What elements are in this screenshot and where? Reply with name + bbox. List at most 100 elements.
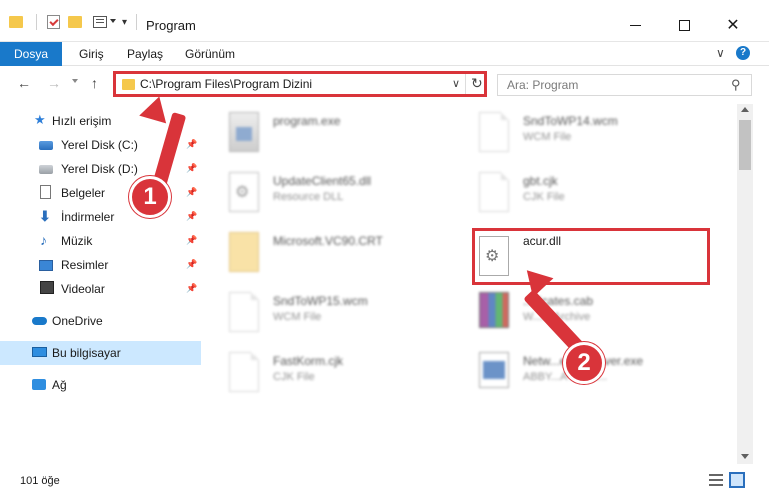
sidebar-item-label: Müzik (61, 234, 93, 248)
scroll-down-icon[interactable] (741, 454, 749, 459)
file-item-vc90-crt[interactable]: Microsoft.VC90.CRT (201, 228, 451, 284)
file-item-gbt-cjk[interactable]: gbt.cjk CJK File (451, 168, 701, 224)
file-name: UpdateClient65.dll (273, 174, 372, 188)
address-bar[interactable]: C:\Program Files\Program Dizini ∨ ↻ (113, 71, 487, 97)
maximize-icon (678, 19, 690, 31)
toolbar-separator (36, 14, 37, 30)
search-placeholder: Ara: Program (507, 78, 579, 92)
file-name: Microsoft.VC90.CRT (273, 234, 383, 248)
file-name: SndToWP14.wcm (523, 114, 618, 128)
sidebar-item-label: OneDrive (52, 314, 103, 328)
large-icons-view-icon[interactable] (729, 472, 745, 488)
expand-ribbon-icon[interactable]: ∨ (716, 46, 725, 60)
pin-icon[interactable]: 📌 (186, 163, 197, 174)
dll-icon: ⚙ (229, 172, 259, 212)
folder-icon (229, 232, 259, 272)
maximize-button[interactable] (661, 10, 707, 40)
file-item-sndtowp15[interactable]: SndToWP15.wcm WCM File (201, 288, 451, 344)
details-view-icon[interactable] (709, 474, 723, 486)
pin-icon[interactable]: 📌 (186, 283, 197, 294)
address-separator (465, 74, 466, 94)
file-type: CJK File (273, 371, 315, 383)
toolbar-separator (136, 14, 137, 30)
file-name: program.exe (273, 114, 341, 128)
exe-icon (229, 112, 259, 152)
file-type: CJK File (523, 191, 565, 203)
tab-share[interactable]: Paylaş (127, 42, 163, 66)
scroll-up-icon[interactable] (741, 107, 749, 112)
help-icon[interactable]: ? (736, 46, 750, 60)
sidebar-item-documents[interactable]: Belgeler 📌 (0, 181, 201, 205)
sidebar-item-pictures[interactable]: Resimler 📌 (0, 253, 201, 277)
file-item-sndtowp14[interactable]: SndToWP14.wcm WCM File (451, 108, 701, 164)
pin-icon[interactable]: 📌 (186, 139, 197, 150)
highlight-box (472, 228, 710, 285)
sidebar-item-label: Belgeler (61, 186, 106, 200)
address-dropdown-icon[interactable]: ∨ (452, 77, 460, 90)
refresh-icon[interactable]: ↻ (471, 75, 483, 92)
music-icon: ♪ (40, 232, 47, 248)
sidebar-item-videos[interactable]: Videolar 📌 (0, 277, 201, 301)
document-icon (479, 172, 509, 212)
file-item-updateclient65[interactable]: ⚙ UpdateClient65.dll Resource DLL (201, 168, 451, 224)
folder-icon (122, 79, 135, 90)
document-icon (229, 352, 259, 392)
step-badge: 1 (129, 176, 171, 218)
file-item-program-exe[interactable]: program.exe (201, 108, 451, 164)
pictures-icon (39, 260, 53, 271)
new-folder-icon[interactable] (68, 16, 82, 28)
properties-icon[interactable] (47, 15, 60, 29)
search-icon[interactable]: ⚲ (731, 77, 741, 93)
file-item-fastkorm[interactable]: FastKorm.cjk CJK File (201, 348, 451, 404)
drive-icon (39, 165, 53, 174)
network-icon (32, 379, 46, 390)
sidebar-item-music[interactable]: ♪ Müzik 📌 (0, 229, 201, 253)
minimize-icon (629, 24, 641, 26)
search-input[interactable]: Ara: Program ⚲ (497, 74, 752, 96)
step-badge: 2 (563, 342, 605, 384)
sidebar-item-this-pc[interactable]: Bu bilgisayar (0, 341, 201, 365)
videos-icon (40, 281, 54, 294)
computer-icon (32, 347, 47, 357)
sidebar-item-label: İndirmeler (61, 210, 115, 224)
sidebar-item-downloads[interactable]: ⬇ İndirmeler 📌 (0, 205, 201, 229)
scrollbar-thumb[interactable] (739, 120, 751, 170)
close-button[interactable]: ✕ (710, 10, 756, 40)
recent-locations-icon[interactable] (72, 79, 78, 83)
sidebar-item-label: Ağ (52, 378, 67, 392)
file-name: SndToWP15.wcm (273, 294, 368, 308)
sidebar-item-label: Yerel Disk (C:) (61, 138, 138, 152)
application-icon (479, 352, 509, 388)
cloud-icon (32, 317, 47, 325)
chevron-down-icon[interactable] (110, 19, 116, 23)
archive-icon (479, 292, 509, 328)
forward-button[interactable]: → (47, 75, 61, 91)
view-options-icon[interactable] (93, 16, 107, 28)
navigation-bar: ← → ↑ C:\Program Files\Program Dizini ∨ … (0, 67, 769, 101)
sidebar-item-label: Resimler (61, 258, 109, 272)
sidebar-item-onedrive[interactable]: OneDrive (0, 309, 201, 333)
pin-icon[interactable]: 📌 (186, 259, 197, 270)
tab-view[interactable]: Görünüm (185, 42, 235, 66)
pin-icon[interactable]: 📌 (186, 235, 197, 246)
file-type: Resource DLL (273, 191, 344, 203)
pin-icon[interactable]: 📌 (186, 211, 197, 222)
sidebar-item-network[interactable]: Ağ (0, 373, 201, 397)
customize-toolbar-icon[interactable]: ▾ (122, 17, 127, 28)
tab-file[interactable]: Dosya (0, 42, 62, 66)
address-path[interactable]: C:\Program Files\Program Dizini (140, 77, 312, 91)
back-button[interactable]: ← (17, 75, 31, 91)
minimize-button[interactable] (612, 10, 658, 40)
sidebar-item-label: Hızlı erişim (52, 114, 112, 128)
pin-icon[interactable]: 📌 (186, 187, 197, 198)
file-type: WCM File (523, 131, 572, 143)
folder-icon[interactable] (9, 16, 23, 28)
file-name: FastKorm.cjk (273, 354, 344, 368)
ribbon: Dosya Giriş Paylaş Görünüm ∨ ? (0, 42, 769, 66)
downloads-icon: ⬇ (39, 208, 51, 224)
file-name: gbt.cjk (523, 174, 558, 188)
tab-home[interactable]: Giriş (79, 42, 104, 66)
up-button[interactable]: ↑ (91, 75, 98, 91)
vertical-scrollbar[interactable] (737, 104, 753, 464)
sidebar-item-label: Videolar (61, 282, 105, 296)
